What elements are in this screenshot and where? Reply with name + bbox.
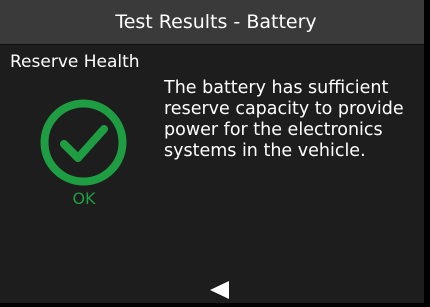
page-title: Test Results - Battery <box>115 11 317 33</box>
check-circle-icon <box>40 99 127 186</box>
header-divider <box>0 44 424 45</box>
header-bar: Test Results - Battery <box>0 0 424 44</box>
triangle-left-icon[interactable] <box>208 280 230 300</box>
section-title: Reserve Health <box>10 52 140 72</box>
screen: Test Results - Battery Reserve Health OK… <box>0 0 430 307</box>
result-description: The battery has sufficient reserve capac… <box>164 78 404 161</box>
status-label: OK <box>72 189 96 208</box>
